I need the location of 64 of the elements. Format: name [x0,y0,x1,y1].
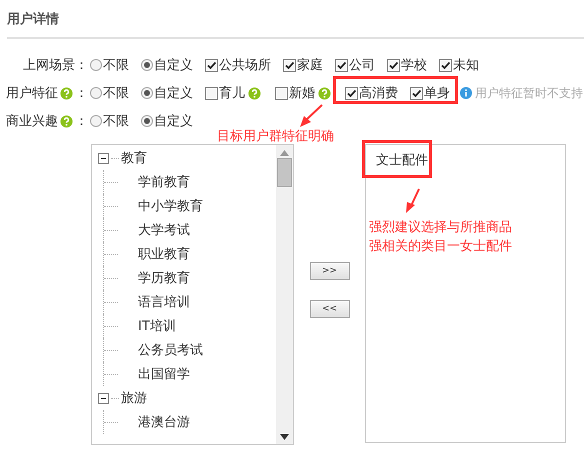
checkbox[interactable] [387,58,400,72]
tree-node[interactable]: 旅游 [121,389,147,407]
radio-button[interactable] [141,87,153,99]
checkbox[interactable] [439,58,452,72]
tree-item[interactable]: 港澳台游 [138,413,190,431]
checkbox[interactable] [275,86,288,100]
option-label: 学校 [401,57,427,74]
option-label: 育儿 [219,84,245,102]
tree-item[interactable]: 学历教育 [138,269,190,287]
radio-button[interactable] [141,115,153,127]
info-icon [460,87,472,99]
option-label: 自定义 [154,113,193,130]
tree-item[interactable]: 大学考试 [138,221,190,239]
label-colon: ： [75,113,88,130]
option-label: 家庭 [297,57,323,74]
tree-item[interactable]: 职业教育 [138,245,190,263]
option-label: 公共场所 [219,57,271,74]
tree-node[interactable]: 教育 [121,149,147,167]
transfer-button[interactable]: >> [310,262,350,280]
option-label: 不限 [103,85,129,102]
annotation-text: 强烈建议选择与所推商品 强相关的类目一女士配件 [369,219,512,256]
tree-item[interactable]: IT培训 [138,317,176,335]
option-label: 自定义 [154,57,193,74]
checkbox[interactable] [335,58,348,72]
label-colon: ： [75,85,88,102]
scroll-down-icon[interactable] [280,434,289,440]
radio-button[interactable] [90,59,102,71]
option-label: 不限 [103,113,129,130]
annotation-arrow [403,188,421,214]
tree-item[interactable]: 出国留学 [138,365,190,383]
annotation-arrow [298,104,324,128]
scroll-thumb[interactable] [277,158,292,187]
checkbox[interactable] [205,58,218,72]
hint-text: 用户特征暂时不支持 [475,84,583,102]
radio-button[interactable] [90,115,102,127]
checkbox[interactable] [283,58,296,72]
option-label: 不限 [103,57,129,74]
option-label: 公司 [349,57,375,74]
option-label: 新婚 [289,85,315,102]
selected-item[interactable]: 文士配件 [376,151,565,171]
tree-item[interactable]: 中小学教育 [138,197,203,215]
checkbox[interactable] [205,86,218,100]
tree-item[interactable]: 公务员考试 [138,341,203,359]
option-label: 自定义 [154,85,193,102]
field-label: 用户特征 [6,85,58,102]
scrollbar[interactable] [276,145,293,444]
highlight-frame [362,140,432,178]
collapse-icon[interactable] [98,152,109,164]
option-label: 单身 [424,85,450,102]
transfer-button[interactable]: << [310,300,350,318]
tree-item[interactable]: 语言培训 [138,293,190,311]
radio-button[interactable] [141,59,153,71]
field-label: 商业兴趣 [6,113,58,130]
checkbox[interactable] [410,86,423,100]
checkbox[interactable] [345,86,358,100]
annotation-text: 目标用户群特征明确 [217,128,334,145]
option-label: 未知 [453,57,479,74]
tree-item[interactable]: 学前教育 [138,173,190,191]
option-label: 高消费 [359,85,398,102]
collapse-icon[interactable] [98,392,109,404]
section-title: 用户详情 [6,10,60,28]
label-colon: ： [75,57,88,74]
radio-button[interactable] [90,87,102,99]
field-label: 上网场景 [23,57,75,74]
